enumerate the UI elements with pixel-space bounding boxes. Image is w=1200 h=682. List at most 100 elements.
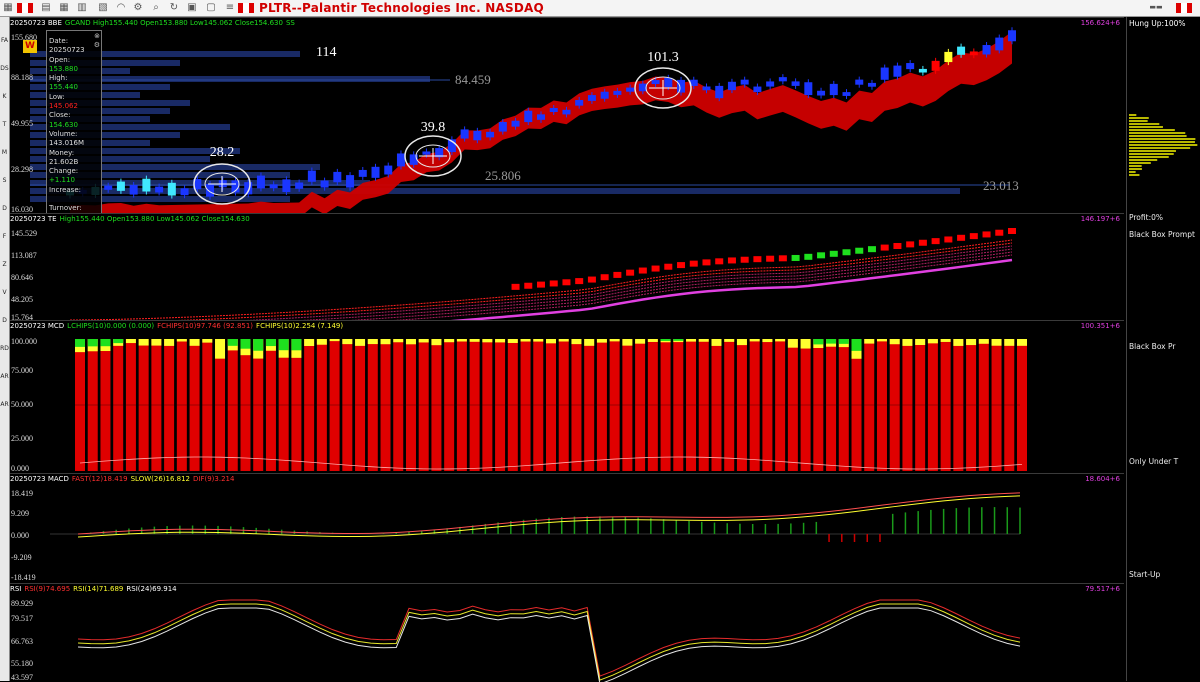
canada-flag-icon: [1176, 3, 1192, 13]
mcd-bar-yellow: [329, 339, 340, 342]
candle-body: [817, 90, 826, 96]
toolbar-tab[interactable]: DS: [0, 65, 9, 72]
candle-body: [778, 77, 787, 82]
candle-body: [549, 108, 558, 113]
rsi-line: [77, 603, 1021, 681]
settings-icon[interactable]: ⚙: [94, 41, 100, 50]
toolbar-tab[interactable]: T: [0, 121, 9, 128]
annotation-label: 28.2: [210, 145, 235, 160]
toolbar-tab[interactable]: FA: [0, 37, 9, 44]
macd-chart-canvas[interactable]: 18.419 9.209 0.000 -9.209 -18.419: [10, 474, 1124, 584]
te-marker: [715, 258, 724, 265]
toolbar-tab[interactable]: D: [0, 205, 9, 212]
toolbar-tab[interactable]: D: [0, 317, 9, 324]
mcd-bar-yellow: [647, 339, 658, 342]
info-field: Increase:: [49, 185, 81, 194]
te-band-line: [379, 254, 1013, 321]
toolbar-tab[interactable]: Z: [0, 261, 9, 268]
candle-body: [155, 186, 164, 193]
info-field: 145.062: [49, 102, 78, 111]
info-field: 143.016M: [49, 139, 84, 148]
toolbar-tab[interactable]: F: [0, 233, 9, 240]
y-axis-label: 9.209: [11, 509, 29, 518]
info-field: 155.440: [49, 83, 78, 92]
close-icon[interactable]: ⊗: [94, 32, 100, 41]
price-chart-pane[interactable]: 20250723 BBE GCAND High155.440 Open153.88…: [10, 17, 1124, 214]
y-axis-label: 79.517: [11, 614, 33, 623]
mcd-bar-yellow: [978, 339, 989, 344]
candle-body: [918, 68, 927, 73]
candle-body: [180, 188, 189, 196]
chart-icon[interactable]: ▥: [76, 2, 88, 13]
mcd-bar-yellow: [1004, 339, 1015, 346]
mcd-bar-yellow: [533, 339, 544, 342]
profile-bar: [1129, 138, 1196, 140]
hotkey-icon[interactable]: ▬▬: [1145, 2, 1167, 13]
volume-profile: [1129, 114, 1198, 176]
candle-body: [460, 129, 469, 139]
profile-bar: [1129, 165, 1142, 167]
candle-body: [575, 99, 584, 106]
app-icon[interactable]: ▦: [2, 2, 14, 13]
search-icon[interactable]: ⌕: [150, 2, 162, 13]
price-chart-canvas[interactable]: 11484.459101.339.828.225.80623.013155.68…: [10, 18, 1124, 214]
candle-body: [740, 79, 749, 85]
info-field: 21.602B: [49, 157, 79, 166]
toolbar-tab[interactable]: K: [0, 93, 9, 100]
annotation-label: 114: [316, 45, 336, 60]
settings-icon[interactable]: ⚙: [132, 2, 144, 13]
signal-label-1: Black Box Prompt: [1129, 230, 1195, 239]
list-icon[interactable]: ≡: [224, 2, 236, 13]
wifi-icon[interactable]: ◠: [115, 2, 127, 13]
mcd-bar-yellow: [520, 339, 531, 342]
mcd-bar-yellow: [164, 339, 175, 346]
te-marker: [613, 271, 622, 278]
rsi-chart-canvas[interactable]: 89.92979.51766.76355.18043.597: [10, 584, 1124, 682]
mcd-bar-yellow: [367, 339, 378, 345]
y-axis-label: 113.087: [11, 251, 37, 260]
mcd-chart-canvas[interactable]: 100.000 75.000 50.000 25.000 0.000: [10, 321, 1124, 474]
toolbar-tab[interactable]: RD: [0, 345, 9, 352]
lock-icon[interactable]: ▣: [186, 2, 198, 13]
mcd-bar-yellow: [444, 339, 455, 343]
mcd-bar-yellow: [596, 339, 607, 343]
grid-icon[interactable]: ▦: [58, 2, 70, 13]
te-indicator-pane[interactable]: 20250723 TE High155.440 Open153.880 Low14…: [10, 213, 1124, 321]
candle-body: [931, 60, 940, 71]
rsi-indicator-pane[interactable]: RSI RSI(9)74.695 RSI(14)71.689 RSI(24)69.91…: [10, 583, 1124, 682]
te-marker: [880, 244, 889, 251]
mcd-bar-yellow: [889, 339, 900, 345]
mcd-bar-yellow: [864, 339, 875, 344]
toolbar-tab[interactable]: AR: [0, 373, 9, 380]
te-marker: [638, 267, 647, 274]
candle-body: [842, 92, 851, 96]
candle-body: [346, 175, 355, 188]
rsi-line: [77, 607, 1021, 682]
mcd-indicator-pane[interactable]: 20250723 MCD LCHIPS(10)0.000 (0.000) FCHIP…: [10, 320, 1124, 474]
profile-bar: [1129, 159, 1158, 161]
te-chart-canvas[interactable]: 145.529113.08780.64648.20515.764: [10, 214, 1124, 321]
candle-body: [957, 46, 966, 55]
toolbar-tab[interactable]: V: [0, 289, 9, 296]
refresh-icon[interactable]: ↻: [168, 2, 180, 13]
chart-icon[interactable]: ▧: [97, 2, 109, 13]
macd-indicator-pane[interactable]: 20250723 MACD FAST(12)18.419 SLOW(26)16.81…: [10, 473, 1124, 584]
window-icon[interactable]: ▢: [205, 2, 217, 13]
te-marker: [537, 281, 545, 288]
mcd-bar-yellow: [991, 339, 1002, 346]
te-marker: [651, 265, 660, 272]
toolbar-tab[interactable]: AR: [0, 401, 9, 408]
weekly-badge[interactable]: W: [23, 40, 37, 53]
candle-body: [982, 45, 991, 55]
candle-body: [524, 110, 533, 123]
grid-icon[interactable]: ▤: [40, 2, 52, 13]
annotation-label: 101.3: [647, 50, 679, 65]
toolbar-tab[interactable]: S: [0, 177, 9, 184]
mcd-bar-yellow: [202, 339, 213, 343]
y-axis-label: -9.209: [11, 553, 32, 562]
annotation-label: 39.8: [421, 120, 446, 135]
y-axis-label: 55.180: [11, 659, 33, 668]
candle-body: [651, 80, 660, 85]
profit-label: Profit:0%: [1129, 213, 1163, 222]
toolbar-tab[interactable]: M: [0, 149, 9, 156]
